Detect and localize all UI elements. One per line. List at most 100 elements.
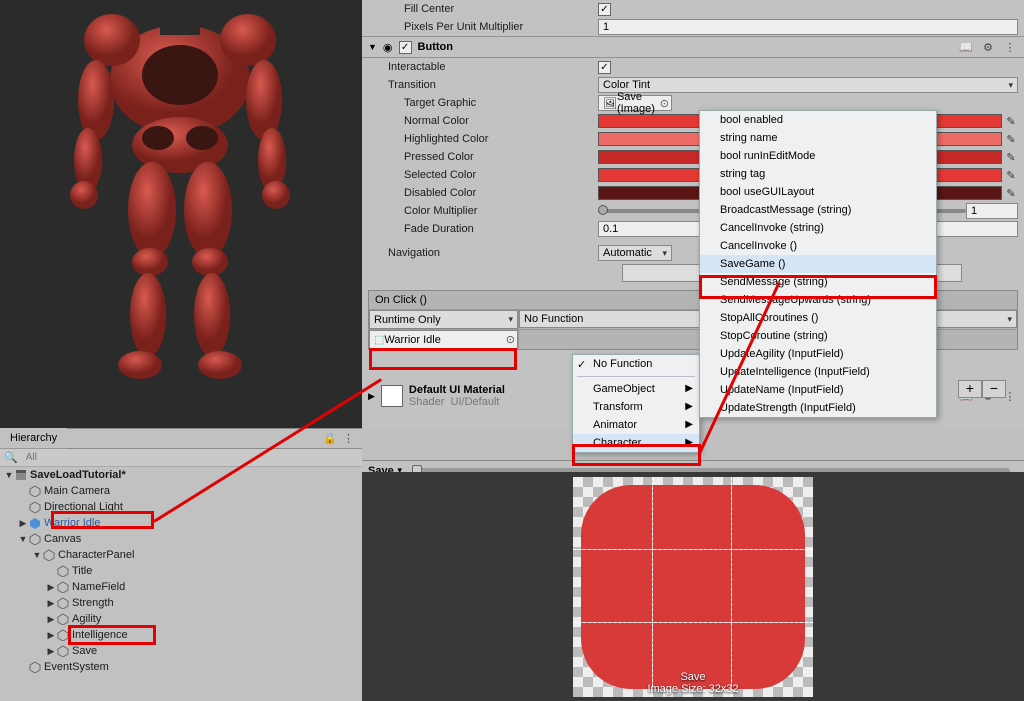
preview-checker-bg [573,477,813,697]
scene-icon [14,469,28,481]
gameobject-icon [56,565,70,577]
gameobject-icon [42,549,56,561]
target-graphic-label: Target Graphic [368,97,598,109]
hierarchy-item-title[interactable]: Title [0,563,362,579]
highlighted-color-label: Highlighted Color [368,133,598,145]
hierarchy-item-save[interactable]: ▶Save [0,643,362,659]
interactable-checkbox[interactable]: ✓ [598,61,611,74]
menu-item-method[interactable]: bool useGUILayout [700,183,936,201]
menu-item-method[interactable]: UpdateAgility (InputField) [700,345,936,363]
color-multiplier-value[interactable]: 1 [966,203,1018,219]
hierarchy-item-strength[interactable]: ▶Strength [0,595,362,611]
gameobject-icon [28,485,42,497]
hierarchy-lock-icon[interactable]: 🔒 [323,432,337,445]
menu-item-method[interactable]: bool runInEditMode [700,147,936,165]
ppum-label: Pixels Per Unit Multiplier [368,21,598,33]
foldout-icon[interactable]: ▼ [368,42,377,52]
menu-item-method[interactable]: SaveGame () [700,255,936,273]
hierarchy-item-intelligence[interactable]: ▶Intelligence [0,627,362,643]
hierarchy-item-directional-light[interactable]: Directional Light [0,499,362,515]
selected-color-label: Selected Color [368,169,598,181]
menu-item-method[interactable]: UpdateIntelligence (InputField) [700,363,936,381]
eyedropper-icon[interactable]: ✎ [1004,132,1018,146]
hierarchy-search-input[interactable] [22,451,362,465]
object-picker-icon[interactable]: ⊙ [506,333,515,346]
hierarchy-item-agility[interactable]: ▶Agility [0,611,362,627]
hierarchy-options-icon[interactable]: ⋮ [343,432,354,445]
menu-item-method[interactable]: SendMessage (string) [700,273,936,291]
transition-label: Transition [368,79,598,91]
eyedropper-icon[interactable]: ✎ [1004,168,1018,182]
fade-duration-label: Fade Duration [368,223,598,235]
ppum-input[interactable] [598,19,1018,35]
target-graphic-field[interactable]: 🖼 Save (Image)⊙ [598,95,672,111]
navigation-label: Navigation [368,247,598,259]
hierarchy-search[interactable]: 🔍 [0,449,362,467]
gameobject-icon [56,613,70,625]
menu-item-method[interactable]: StopAllCoroutines () [700,309,936,327]
menu-item-method[interactable]: string tag [700,165,936,183]
method-list-menu: bool enabledstring namebool runInEditMod… [699,110,937,418]
navigation-dropdown[interactable]: Automatic▾ [598,245,672,261]
menu-item-method[interactable]: SendMessageUpwards (string) [700,291,936,309]
hierarchy-item-eventsystem[interactable]: EventSystem [0,659,362,675]
menu-item-method[interactable]: bool enabled [700,111,936,129]
hierarchy-item-main-camera[interactable]: Main Camera [0,483,362,499]
hierarchy-item-warrior-idle[interactable]: ▶Warrior Idle [0,515,362,531]
eyedropper-icon[interactable]: ✎ [1004,186,1018,200]
material-swatch-icon [381,385,403,407]
reference-icon[interactable]: 📖 [958,39,974,55]
hierarchy-item-characterpanel[interactable]: ▼CharacterPanel [0,547,362,563]
gameobject-icon [28,533,42,545]
material-title: Default UI Material [409,384,505,396]
presets-icon[interactable]: ⚙ [980,39,996,55]
gameobject-icon [28,501,42,513]
menu-item-no-function[interactable]: ✓No Function [573,355,699,373]
options-icon[interactable]: ⋮ [1002,39,1018,55]
eyedropper-icon[interactable]: ✎ [1004,150,1018,164]
gameobject-icon [56,629,70,641]
menu-item-method[interactable]: CancelInvoke () [700,237,936,255]
shader-value: UI/Default [451,396,500,408]
menu-item-method[interactable]: StopCoroutine (string) [700,327,936,345]
menu-item-method[interactable]: string name [700,129,936,147]
shader-label: Shader [409,396,444,408]
pressed-color-label: Pressed Color [368,151,598,163]
preview-caption: Save Image Size: 32x32 [647,671,738,695]
fill-center-checkbox[interactable]: ✓ [598,3,611,16]
menu-item-gameobject[interactable]: GameObject▶ [573,380,699,398]
warrior-model [0,0,362,428]
hierarchy-tab[interactable]: Hierarchy [0,428,67,449]
gameobject-icon [56,597,70,609]
menu-item-method[interactable]: UpdateStrength (InputField) [700,399,936,417]
color-multiplier-label: Color Multiplier [368,205,598,217]
target-icon: ◉ [383,41,393,54]
menu-item-transform[interactable]: Transform▶ [573,398,699,416]
button-component-header[interactable]: ▼ ◉ ✓ Button 📖 ⚙ ⋮ [362,36,1024,58]
menu-item-character[interactable]: Character▶ [573,434,699,452]
prefab-icon [28,517,42,529]
remove-event-button[interactable]: − [982,380,1006,398]
gameobject-icon [56,645,70,657]
hierarchy-item-canvas[interactable]: ▼Canvas [0,531,362,547]
fill-center-label: Fill Center [368,3,598,15]
hierarchy-item-namefield[interactable]: ▶NameField [0,579,362,595]
button-enabled-checkbox[interactable]: ✓ [399,41,412,54]
onclick-object-field[interactable]: ⬚ Warrior Idle⊙ [369,330,518,349]
scene-view-panel [0,0,362,428]
menu-item-method[interactable]: CancelInvoke (string) [700,219,936,237]
button-component-title: Button [418,41,453,53]
add-event-button[interactable]: + [958,380,982,398]
gameobject-icon [56,581,70,593]
eyedropper-icon[interactable]: ✎ [1004,114,1018,128]
menu-item-animator[interactable]: Animator▶ [573,416,699,434]
menu-item-method[interactable]: UpdateName (InputField) [700,381,936,399]
normal-color-label: Normal Color [368,115,598,127]
disabled-color-label: Disabled Color [368,187,598,199]
runtime-dropdown[interactable]: Runtime Only▾ [369,310,518,329]
scene-row[interactable]: ▼ SaveLoadTutorial* [0,467,362,483]
asset-preview-panel: Save Image Size: 32x32 [362,472,1024,701]
menu-item-method[interactable]: BroadcastMessage (string) [700,201,936,219]
gameobject-icon [28,661,42,673]
object-picker-icon[interactable]: ⊙ [660,97,669,110]
